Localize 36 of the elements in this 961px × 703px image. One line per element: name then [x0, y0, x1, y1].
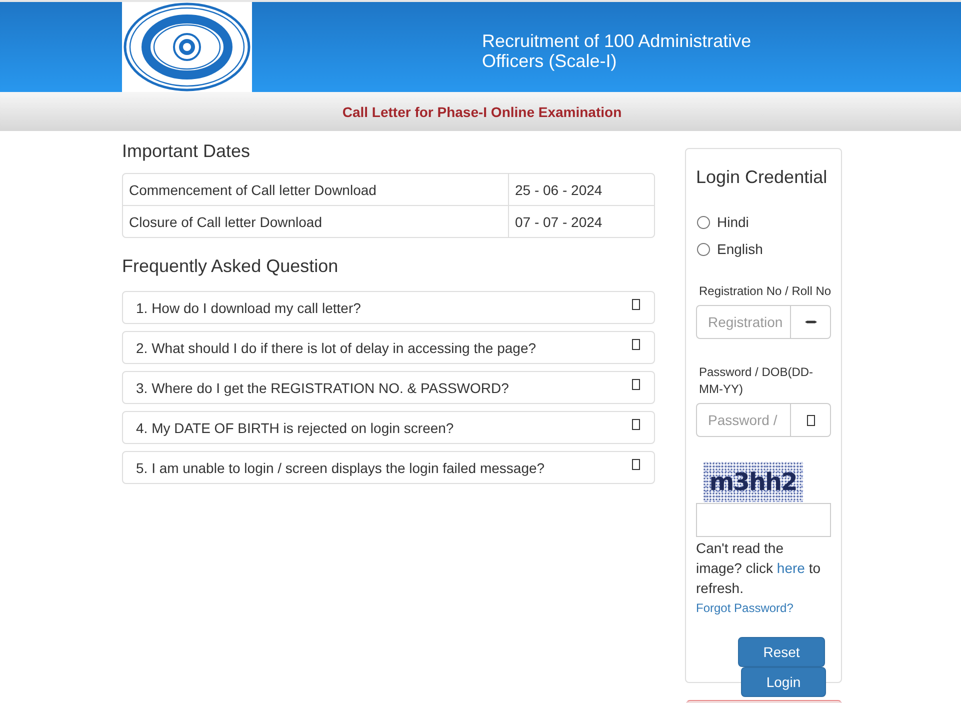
faq-item[interactable]: 3. Where do I get the REGISTRATION NO. & PASSWORD?: [122, 371, 655, 404]
forgot-password-link[interactable]: Forgot Password?: [696, 600, 794, 617]
subheader-title: Call Letter for Phase-I Online Examination: [342, 104, 622, 120]
square-icon: [632, 379, 640, 390]
registration-field[interactable]: Registration: [696, 305, 791, 339]
radio-label[interactable]: English: [717, 241, 763, 257]
table-cell: Commencement of Call letter Download: [123, 174, 509, 205]
faq-item[interactable]: 4. My DATE OF BIRTH is rejected on login screen?: [122, 411, 655, 444]
radio-label[interactable]: Hindi: [717, 214, 749, 230]
radio-button[interactable]: [697, 242, 710, 256]
refresh-link[interactable]: here: [776, 560, 805, 576]
password-field[interactable]: Password /: [696, 403, 791, 437]
form-button[interactable]: Login: [741, 667, 826, 697]
faq-item[interactable]: 2. What should I do if there is lot of delay in accessing the page?: [122, 331, 655, 364]
radio-button[interactable]: [697, 216, 710, 228]
refresh-note: Can't read the image? click here to refresh.: [696, 539, 822, 598]
square-icon: [632, 299, 640, 310]
square-icon: [632, 419, 640, 430]
captcha-field[interactable]: [696, 503, 831, 537]
page-title: Recruitment of 100 Administrative Officers (Scale-I): [482, 31, 752, 71]
captcha-text: m3hh2: [709, 468, 797, 496]
panel-heading: Login Credential: [696, 167, 828, 187]
square-icon: [632, 339, 640, 350]
section-heading: Important Dates: [122, 141, 252, 161]
table-cell: Closure of Call letter Download: [123, 206, 509, 237]
form-button[interactable]: Reset: [738, 637, 825, 667]
faq-item[interactable]: 1. How do I download my call letter?: [122, 291, 655, 324]
field-label: Password / DOB(DD-MM-YY): [698, 364, 814, 398]
faq-item[interactable]: 5. I am unable to login / screen displays the login failed message?: [122, 451, 655, 484]
table-cell-text: 07 - 07 - 2024: [514, 212, 604, 232]
section-heading: Frequently Asked Question: [122, 256, 340, 276]
dash-icon: [804, 320, 816, 324]
square-icon: [806, 414, 814, 426]
square-icon: [632, 459, 640, 470]
field-label: Registration No / Roll No: [698, 283, 832, 300]
table-cell-text: 25 - 06 - 2024: [514, 180, 604, 200]
